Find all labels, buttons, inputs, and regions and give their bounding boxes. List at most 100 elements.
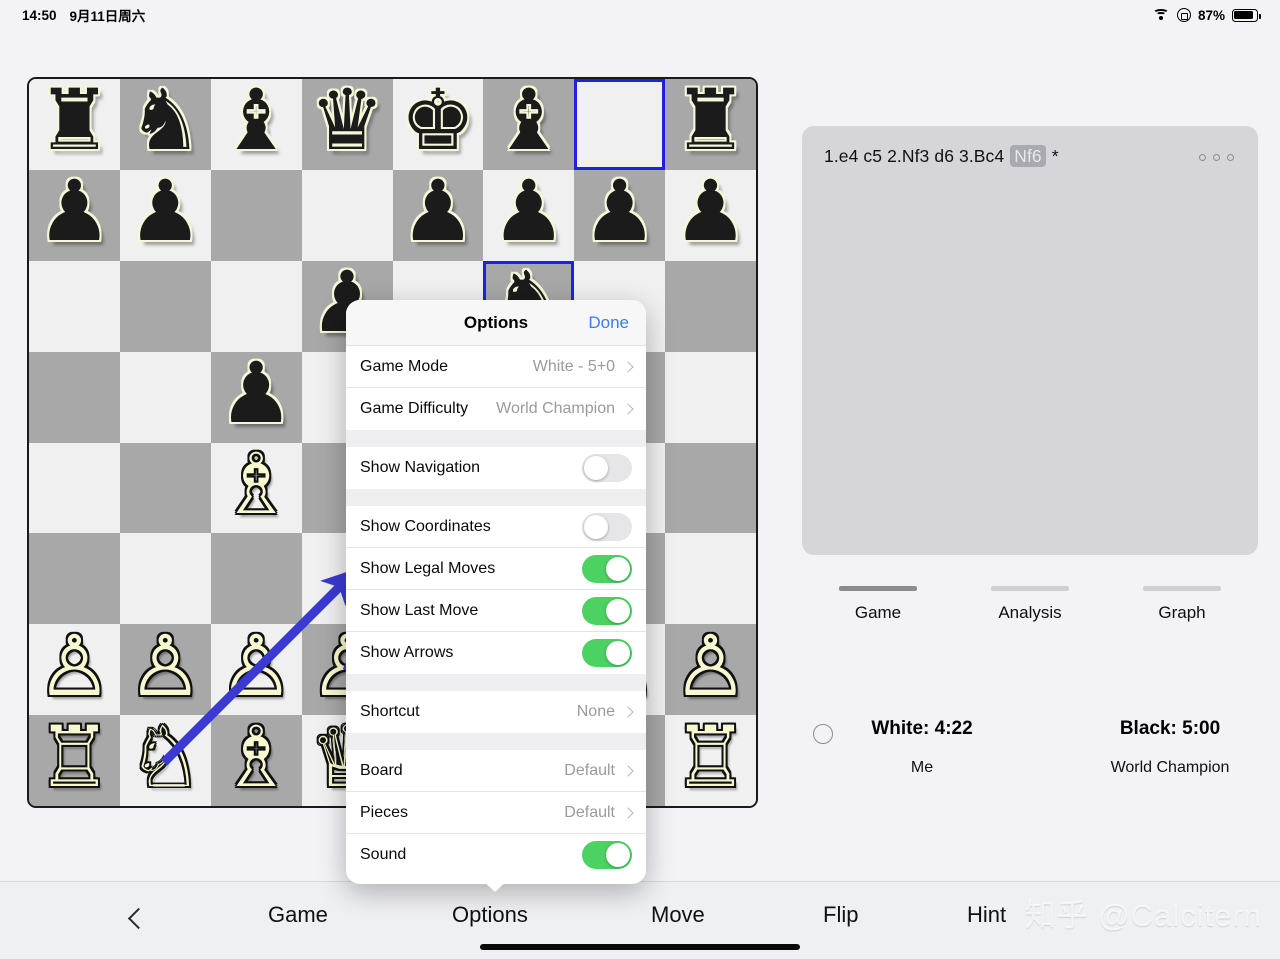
board-square-e8[interactable]: ♚ xyxy=(392,79,484,170)
board-square-h5[interactable] xyxy=(665,351,756,443)
toolbar-item-options[interactable]: Options xyxy=(452,902,528,928)
bottom-toolbar[interactable]: Game Options Move Flip Hint xyxy=(0,881,1280,959)
board-square-d8[interactable]: ♛ xyxy=(301,79,393,170)
board-square-a1[interactable]: ♖ xyxy=(29,715,120,806)
board-square-c6[interactable] xyxy=(210,260,302,352)
board-square-e7[interactable]: ♟ xyxy=(392,169,484,261)
option-row-board[interactable]: Board Default xyxy=(346,750,646,792)
board-square-h8[interactable]: ♜ xyxy=(665,79,756,170)
piece-N-b1[interactable]: ♘ xyxy=(128,715,203,799)
toolbar-item-hint[interactable]: Hint xyxy=(967,902,1006,928)
board-square-b2[interactable]: ♙ xyxy=(119,624,211,716)
tab-graph[interactable]: Graph xyxy=(1122,586,1242,623)
board-square-a3[interactable] xyxy=(29,533,120,625)
piece-B-c4[interactable]: ♗ xyxy=(219,442,294,526)
piece-r-h8[interactable]: ♜ xyxy=(673,79,748,162)
toolbar-item-move[interactable]: Move xyxy=(651,902,705,928)
option-row-pieces[interactable]: Pieces Default xyxy=(346,792,646,834)
board-square-c2[interactable]: ♙ xyxy=(210,624,302,716)
board-square-b1[interactable]: ♘ xyxy=(119,715,211,806)
toggle-show-last-move[interactable] xyxy=(582,596,632,625)
piece-p-f7[interactable]: ♟ xyxy=(491,169,566,253)
board-square-a4[interactable] xyxy=(29,442,120,534)
board-square-h6[interactable] xyxy=(665,260,756,352)
piece-P-h2[interactable]: ♙ xyxy=(673,624,748,708)
piece-b-c8[interactable]: ♝ xyxy=(219,79,294,162)
board-square-d7[interactable] xyxy=(301,169,393,261)
current-move[interactable]: Nf6 xyxy=(1010,145,1046,167)
board-square-a8[interactable]: ♜ xyxy=(29,79,120,170)
board-square-g8[interactable] xyxy=(574,79,666,170)
board-square-b6[interactable] xyxy=(119,260,211,352)
panel-tabs[interactable]: Game Analysis Graph xyxy=(802,586,1258,623)
board-square-g7[interactable]: ♟ xyxy=(574,169,666,261)
piece-n-b8[interactable]: ♞ xyxy=(128,79,203,162)
board-square-a6[interactable] xyxy=(29,260,120,352)
toggle-show-legal-moves[interactable] xyxy=(582,554,632,583)
toolbar-item-flip[interactable]: Flip xyxy=(823,902,858,928)
board-square-a2[interactable]: ♙ xyxy=(29,624,120,716)
board-square-b8[interactable]: ♞ xyxy=(119,79,211,170)
board-square-b7[interactable]: ♟ xyxy=(119,169,211,261)
board-square-c3[interactable] xyxy=(210,533,302,625)
option-row-show-arrows[interactable]: Show Arrows xyxy=(346,632,646,674)
piece-R-a1[interactable]: ♖ xyxy=(37,715,112,799)
piece-P-c2[interactable]: ♙ xyxy=(219,624,294,708)
board-square-c8[interactable]: ♝ xyxy=(210,79,302,170)
option-row-show-last-move[interactable]: Show Last Move xyxy=(346,590,646,632)
piece-p-c5[interactable]: ♟ xyxy=(219,351,294,435)
toolbar-item-game[interactable]: Game xyxy=(268,902,328,928)
board-square-h3[interactable] xyxy=(665,533,756,625)
option-row-show-coordinates[interactable]: Show Coordinates xyxy=(346,506,646,548)
back-chevron-icon[interactable] xyxy=(128,908,142,932)
board-square-h2[interactable]: ♙ xyxy=(665,624,756,716)
piece-P-a2[interactable]: ♙ xyxy=(37,624,112,708)
option-label: Show Arrows xyxy=(360,644,454,661)
board-square-a7[interactable]: ♟ xyxy=(29,169,120,261)
board-square-h7[interactable]: ♟ xyxy=(665,169,756,261)
board-square-c5[interactable]: ♟ xyxy=(210,351,302,443)
piece-p-h7[interactable]: ♟ xyxy=(673,169,748,253)
piece-B-c1[interactable]: ♗ xyxy=(219,715,294,799)
piece-q-d8[interactable]: ♛ xyxy=(309,79,384,162)
piece-r-a8[interactable]: ♜ xyxy=(37,79,112,162)
tab-analysis[interactable]: Analysis xyxy=(970,586,1090,623)
board-square-h4[interactable] xyxy=(665,442,756,534)
piece-p-g7[interactable]: ♟ xyxy=(582,169,657,253)
done-button[interactable]: Done xyxy=(588,313,629,333)
board-square-b4[interactable] xyxy=(119,442,211,534)
board-square-f7[interactable]: ♟ xyxy=(483,169,575,261)
toggle-show-arrows[interactable] xyxy=(582,639,632,667)
toggle-show-navigation[interactable] xyxy=(582,454,632,482)
board-square-c4[interactable]: ♗ xyxy=(210,442,302,534)
white-clock[interactable]: White: 4:22 Me xyxy=(822,718,1022,777)
piece-P-b2[interactable]: ♙ xyxy=(128,624,203,708)
board-square-c7[interactable] xyxy=(210,169,302,261)
toggle-show-coordinates[interactable] xyxy=(582,512,632,541)
piece-b-f8[interactable]: ♝ xyxy=(491,79,566,162)
ellipsis-icon[interactable] xyxy=(1199,154,1234,161)
tab-game[interactable]: Game xyxy=(818,586,938,623)
board-square-b3[interactable] xyxy=(119,533,211,625)
piece-p-e7[interactable]: ♟ xyxy=(400,169,475,253)
board-square-h1[interactable]: ♖ xyxy=(665,715,756,806)
toggle-sound[interactable] xyxy=(582,841,632,869)
board-square-f8[interactable]: ♝ xyxy=(483,79,575,170)
option-row-show-navigation[interactable]: Show Navigation xyxy=(346,447,646,489)
black-clock[interactable]: Black: 5:00 World Champion xyxy=(1070,718,1270,777)
piece-k-e8[interactable]: ♚ xyxy=(400,79,475,162)
option-label: Board xyxy=(360,761,403,779)
board-square-c1[interactable]: ♗ xyxy=(210,715,302,806)
piece-p-a7[interactable]: ♟ xyxy=(37,169,112,253)
move-list-panel[interactable]: 1.e4 c5 2.Nf3 d6 3.Bc4 Nf6 * xyxy=(802,126,1258,555)
option-row-game-mode[interactable]: Game Mode White - 5+0 xyxy=(346,346,646,388)
board-square-a5[interactable] xyxy=(29,351,120,443)
options-popover[interactable]: Options Done Game Mode White - 5+0 Game Di… xyxy=(346,300,646,884)
piece-p-b7[interactable]: ♟ xyxy=(128,169,203,253)
piece-R-h1[interactable]: ♖ xyxy=(673,715,748,799)
option-row-show-legal-moves[interactable]: Show Legal Moves xyxy=(346,548,646,590)
option-row-game-difficulty[interactable]: Game Difficulty World Champion xyxy=(346,388,646,430)
option-row-sound[interactable]: Sound xyxy=(346,834,646,876)
option-row-shortcut[interactable]: Shortcut None xyxy=(346,691,646,733)
board-square-b5[interactable] xyxy=(119,351,211,443)
